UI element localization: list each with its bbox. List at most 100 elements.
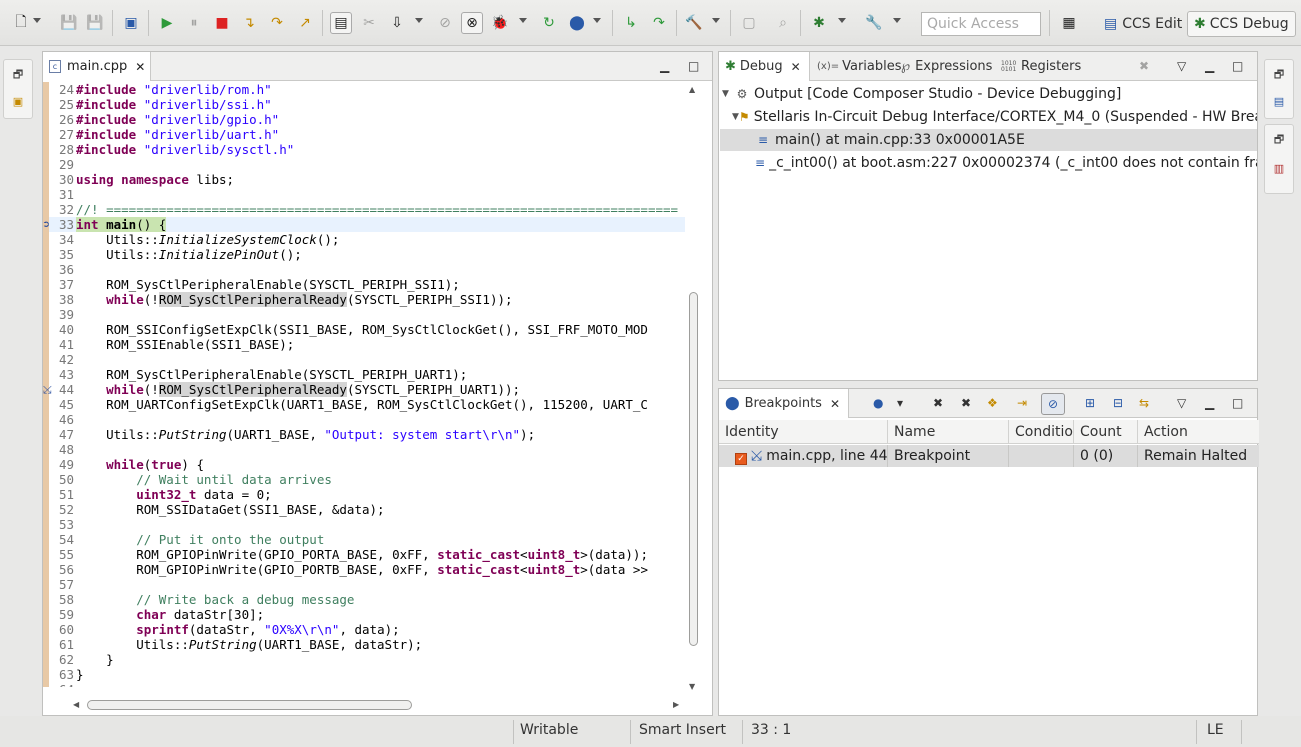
column-name[interactable]: Name <box>888 420 1009 444</box>
code-line[interactable]: 62 } <box>43 652 685 667</box>
debug-icon[interactable]: 🐞 <box>489 12 511 34</box>
column-condition[interactable]: Condition <box>1009 420 1074 444</box>
scroll-up-icon[interactable]: ▲ <box>689 85 695 94</box>
code-line[interactable]: 38 while(!ROM_SysCtlPeripheralReady(SYSC… <box>43 292 685 307</box>
close-icon[interactable]: ✕ <box>830 397 840 411</box>
code-line[interactable]: 35 Utils::InitializePinOut(); <box>43 247 685 262</box>
restart-icon[interactable]: ↻ <box>538 12 560 34</box>
perspective-ccs-edit[interactable]: ▤ CCS Edit <box>1098 11 1188 37</box>
code-line[interactable]: 25 #include "driverlib/ssi.h" <box>43 97 685 112</box>
view-menu-icon[interactable]: ▽ <box>1177 59 1186 73</box>
perspective-ccs-debug[interactable]: ✱ CCS Debug <box>1187 11 1296 37</box>
remove-breakpoint-icon[interactable]: ✖ <box>933 396 943 410</box>
skip-all-breakpoints-icon[interactable]: ⊘ <box>1041 393 1065 415</box>
minimize-icon[interactable]: ▁ <box>660 59 669 73</box>
new-icon[interactable]: 🗋 <box>10 12 32 34</box>
maximize-icon[interactable]: □ <box>1232 396 1243 410</box>
tab-registers[interactable]: 1010 0101 Registers <box>1001 52 1081 81</box>
step-into-icon[interactable]: ↴ <box>238 12 260 34</box>
code-line[interactable]: 31 <box>43 187 685 202</box>
code-line[interactable]: 53 <box>43 517 685 532</box>
debug-dropdown-icon[interactable] <box>519 18 527 23</box>
debug-config-icon[interactable]: ✱ <box>808 12 830 34</box>
collapse-icon[interactable]: ▼ <box>732 112 739 122</box>
code-line[interactable]: 27 #include "driverlib/uart.h" <box>43 127 685 142</box>
code-line[interactable]: 54 // Put it onto the output <box>43 532 685 547</box>
code-line[interactable]: 37 ROM_SysCtlPeripheralEnable(SYSCTL_PER… <box>43 277 685 292</box>
column-count[interactable]: Count <box>1074 420 1138 444</box>
column-action[interactable]: Action <box>1138 420 1259 444</box>
code-line[interactable]: 30 using namespace libs; <box>43 172 685 187</box>
code-line[interactable]: 51 uint32_t data = 0; <box>43 487 685 502</box>
project-explorer-icon[interactable]: ▣ <box>4 95 32 108</box>
step-return-icon[interactable]: ↗ <box>294 12 316 34</box>
code-line[interactable]: 52 ROM_SSIDataGet(SSI1_BASE, &data); <box>43 502 685 517</box>
new-breakpoint-icon[interactable]: ● <box>873 396 883 410</box>
code-line[interactable]: 26 #include "driverlib/gpio.h" <box>43 112 685 127</box>
code-line[interactable]: 24 #include "driverlib/rom.h" <box>43 82 685 97</box>
save-icon[interactable]: 💾 <box>58 12 80 34</box>
disconnect-icon[interactable]: ✂ <box>358 12 380 34</box>
save-all-icon[interactable]: 💾 <box>84 12 106 34</box>
new-dropdown-icon[interactable] <box>33 18 41 23</box>
expand-all-icon[interactable]: ⊞ <box>1085 396 1095 410</box>
terminate-icon[interactable]: ■ <box>211 12 233 34</box>
code-line[interactable]: 55 ROM_GPIOPinWrite(GPIO_PORTA_BASE, 0xF… <box>43 547 685 562</box>
code-line[interactable]: 50 // Wait until data arrives <box>43 472 685 487</box>
assembly-step-over-icon[interactable]: ↷ <box>648 12 670 34</box>
scroll-right-icon[interactable]: ▶ <box>673 700 679 709</box>
close-icon[interactable]: ✕ <box>135 60 145 74</box>
code-line[interactable]: 60 sprintf(dataStr, "0X%X\r\n", data); <box>43 622 685 637</box>
scroll-thumb[interactable] <box>87 700 412 710</box>
minimize-icon[interactable]: ▁ <box>1205 396 1214 410</box>
code-line[interactable]: 40 ROM_SSIConfigSetExpClk(SSI1_BASE, ROM… <box>43 322 685 337</box>
scroll-left-icon[interactable]: ◀ <box>73 700 79 709</box>
maximize-icon[interactable]: □ <box>1232 59 1243 73</box>
scroll-thumb[interactable] <box>689 292 698 646</box>
code-line[interactable]: 32//! ==================================… <box>43 202 685 217</box>
debug-config-dropdown-icon[interactable] <box>838 18 846 23</box>
maximize-icon[interactable]: □ <box>688 59 699 73</box>
remove-all-breakpoints-icon[interactable]: ⊗ <box>461 12 483 34</box>
breakpoint-icon[interactable]: ⤩ <box>43 382 55 397</box>
reset-dropdown-icon[interactable] <box>593 18 601 23</box>
resume-icon[interactable]: ▶ <box>156 12 178 34</box>
suspend-icon[interactable]: ⏸ <box>183 12 205 34</box>
column-identity[interactable]: Identity <box>719 420 888 444</box>
code-line[interactable]: ➲ 33 int main() { <box>43 217 685 232</box>
tree-item-target[interactable]: ▼ ⚑ Stellaris In-Circuit Debug Interface… <box>732 106 1257 128</box>
tab-variables[interactable]: (x)= Variables <box>817 52 902 81</box>
memory-browser-icon[interactable]: ▥ <box>1265 162 1293 175</box>
stack-frame-main[interactable]: ≡ main() at main.cpp:33 0x00001A5E <box>720 129 1257 151</box>
code-line[interactable]: 48 <box>43 442 685 457</box>
stack-frame-c-int00[interactable]: ≡ _c_int00() at boot.asm:227 0x00002374 … <box>720 152 1257 174</box>
collapse-icon[interactable]: ▼ <box>722 89 734 99</box>
external-tools-dropdown-icon[interactable] <box>893 18 901 23</box>
build-icon[interactable]: 🔨 <box>683 12 705 34</box>
code-line[interactable]: 45 ROM_UARTConfigSetExpClk(UART1_BASE, R… <box>43 397 685 412</box>
restore-icon[interactable]: 🗗 <box>4 66 32 85</box>
goto-file-icon[interactable]: ⇥ <box>1017 396 1027 410</box>
code-line[interactable]: 29 <box>43 157 685 172</box>
assembly-step-into-icon[interactable]: ↳ <box>620 12 642 34</box>
tab-breakpoints[interactable]: ⬤ Breakpoints ✕ <box>719 389 850 418</box>
code-line[interactable]: 46 <box>43 412 685 427</box>
code-line[interactable]: 64 <box>43 682 685 687</box>
code-line[interactable]: 47 Utils::PutString(UART1_BASE, "Output:… <box>43 427 685 442</box>
code-line[interactable]: 39 <box>43 307 685 322</box>
code-line[interactable]: 56 ROM_GPIOPinWrite(GPIO_PORTB_BASE, 0xF… <box>43 562 685 577</box>
connect-target-icon[interactable]: ▤ <box>330 12 352 34</box>
instruction-pointer-icon[interactable]: ➲ <box>43 217 55 232</box>
vertical-scrollbar[interactable]: ▲ ▼ <box>686 84 700 696</box>
view-menu-icon[interactable]: ▽ <box>1177 396 1186 410</box>
new-breakpoint-dropdown-icon[interactable]: ▾ <box>897 396 903 410</box>
skip-breakpoints-icon[interactable]: ⊘ <box>434 12 456 34</box>
code-text-area[interactable]: 24 #include "driverlib/rom.h" 25 #include "… <box>43 82 685 687</box>
restore-icon[interactable]: 🗗 <box>1265 131 1293 150</box>
new-target-config-icon[interactable]: ▣ <box>120 12 142 34</box>
scroll-down-icon[interactable]: ▼ <box>689 682 695 691</box>
code-line[interactable]: 49 while(true) { <box>43 457 685 472</box>
link-with-debug-icon[interactable]: ⇆ <box>1139 396 1149 410</box>
close-icon[interactable]: ✕ <box>791 60 801 74</box>
tree-item-output[interactable]: ▼ ⚙ Output [Code Composer Studio - Devic… <box>722 83 1121 105</box>
